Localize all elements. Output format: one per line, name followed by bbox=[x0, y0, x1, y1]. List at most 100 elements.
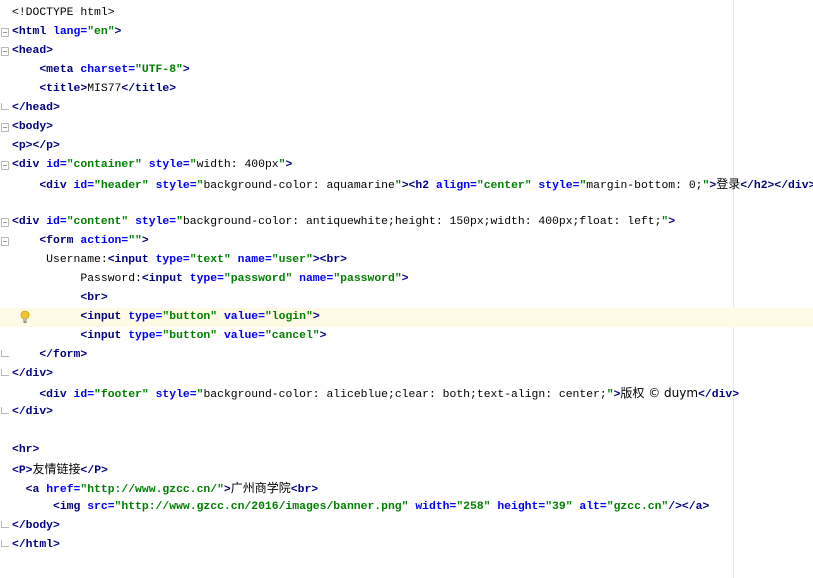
fold-toggle-icon[interactable] bbox=[1, 123, 9, 132]
token-tag: <div bbox=[39, 389, 74, 401]
code-line[interactable]: <img src="http://www.gzcc.cn/2016/images… bbox=[0, 498, 813, 517]
code-line[interactable]: <title>MIS77</title> bbox=[0, 80, 813, 99]
code-line[interactable]: <form action=""> bbox=[0, 232, 813, 251]
code-line[interactable] bbox=[0, 194, 813, 213]
fold-toggle-icon[interactable] bbox=[1, 28, 9, 37]
code-line[interactable]: </form> bbox=[0, 346, 813, 365]
token-val: "text" bbox=[189, 254, 238, 266]
fold-toggle-icon[interactable] bbox=[1, 161, 9, 170]
token-tag: <form bbox=[39, 235, 81, 247]
token-attr: charset= bbox=[80, 64, 136, 76]
token-cn: 版权 © duym bbox=[620, 386, 699, 400]
code-text: </body> bbox=[12, 517, 60, 536]
token-tag: <input bbox=[80, 311, 129, 323]
token-txt: background-color: antiquewhite;height: 1… bbox=[182, 216, 662, 228]
code-line[interactable]: </div> bbox=[0, 365, 813, 384]
code-line[interactable]: <br> bbox=[0, 289, 813, 308]
code-text: </head> bbox=[12, 99, 60, 118]
token-attr: src= bbox=[87, 501, 115, 513]
token-attr: href= bbox=[46, 484, 81, 496]
code-line[interactable]: <div id="footer" style= "background-color… bbox=[0, 384, 813, 403]
code-line[interactable]: </body> bbox=[0, 517, 813, 536]
token-tag: /></a> bbox=[668, 501, 710, 513]
code-line[interactable]: <hr> bbox=[0, 441, 813, 460]
token-txt: Password: bbox=[12, 273, 142, 285]
token-val: "cancel" bbox=[264, 330, 320, 342]
token-txt: width: 400px bbox=[196, 159, 279, 171]
code-text: Username:<input type="text" name="user">… bbox=[12, 251, 347, 270]
token-cn: 友情链接 bbox=[32, 462, 81, 476]
token-val: "footer" bbox=[94, 389, 156, 401]
token-val: "http://www.gzcc.cn/" bbox=[80, 484, 224, 496]
code-line[interactable]: <a href="http://www.gzcc.cn/">广州商学院<br> bbox=[0, 479, 813, 498]
code-text: <input type="button" value="login"> bbox=[12, 308, 319, 327]
code-line[interactable]: <input type="button" value="login"> bbox=[0, 308, 813, 327]
token-tag: > bbox=[182, 64, 190, 76]
code-line[interactable]: </div> bbox=[0, 403, 813, 422]
token-val: "content" bbox=[66, 216, 136, 228]
token-attr: action= bbox=[80, 235, 129, 247]
token-attr: name= bbox=[237, 254, 272, 266]
code-line[interactable]: <head> bbox=[0, 42, 813, 61]
token-val: "password" bbox=[223, 273, 300, 285]
fold-toggle-icon[interactable] bbox=[1, 237, 9, 246]
code-line[interactable]: <p></p> bbox=[0, 137, 813, 156]
code-line[interactable]: </head> bbox=[0, 99, 813, 118]
token-attr: style= bbox=[135, 216, 177, 228]
fold-end-icon bbox=[1, 350, 9, 357]
token-val: "user" bbox=[271, 254, 313, 266]
code-text: <!DOCTYPE html> bbox=[12, 4, 115, 23]
code-editor[interactable]: <!DOCTYPE html> <html lang="en"> <head> <m… bbox=[0, 0, 813, 578]
token-attr: name= bbox=[299, 273, 334, 285]
token-attr: type= bbox=[189, 273, 224, 285]
code-line[interactable]: <html lang="en"> bbox=[0, 23, 813, 42]
token-tag: > bbox=[285, 159, 293, 171]
code-text: </form> bbox=[12, 346, 87, 365]
code-line[interactable]: <div id="content" style="background-colo… bbox=[0, 213, 813, 232]
token-tag: <div bbox=[12, 159, 47, 171]
token-val: "gzcc.cn" bbox=[606, 501, 669, 513]
token-val: "center" bbox=[476, 180, 539, 192]
code-line[interactable]: Username:<input type="text" name="user">… bbox=[0, 251, 813, 270]
token-attr: value= bbox=[223, 330, 265, 342]
fold-toggle-icon[interactable] bbox=[1, 218, 9, 227]
token-attr: value= bbox=[223, 311, 265, 323]
token-val: " bbox=[189, 159, 197, 171]
code-line[interactable]: <P>友情链接</P> bbox=[0, 460, 813, 479]
code-text: <head> bbox=[12, 42, 53, 61]
code-line[interactable]: <div id="container" style="width: 400px"… bbox=[0, 156, 813, 175]
token-tag: <html bbox=[12, 26, 54, 38]
code-line[interactable]: <body> bbox=[0, 118, 813, 137]
token-tag: <h2 bbox=[408, 180, 436, 192]
fold-end-icon bbox=[1, 540, 9, 547]
code-line[interactable]: Password:<input type="password" name="pa… bbox=[0, 270, 813, 289]
fold-end-icon bbox=[1, 407, 9, 414]
code-text: <html lang="en"> bbox=[12, 23, 121, 42]
token-val: " bbox=[606, 389, 614, 401]
token-attr: type= bbox=[155, 254, 190, 266]
token-doc: <!DOCTYPE html> bbox=[12, 7, 115, 19]
code-text: <a href="http://www.gzcc.cn/">广州商学院<br> bbox=[12, 479, 318, 500]
token-val: "" bbox=[128, 235, 142, 247]
code-line[interactable]: <!DOCTYPE html> bbox=[0, 4, 813, 23]
code-line[interactable]: <input type="button" value="cancel"> bbox=[0, 327, 813, 346]
code-text: <form action=""> bbox=[12, 232, 148, 251]
fold-toggle-icon[interactable] bbox=[1, 47, 9, 56]
token-val: " bbox=[176, 216, 183, 228]
token-val: " bbox=[394, 180, 402, 192]
code-text: <hr> bbox=[12, 441, 39, 460]
token-attr: type= bbox=[128, 311, 163, 323]
token-val: "button" bbox=[162, 330, 224, 342]
code-line[interactable]: </html> bbox=[0, 536, 813, 555]
token-tag: > bbox=[114, 26, 122, 38]
code-line[interactable]: <div id="header" style= "background-color… bbox=[0, 175, 813, 194]
code-line[interactable]: <meta charset="UTF-8"> bbox=[0, 61, 813, 80]
code-line[interactable] bbox=[0, 422, 813, 441]
token-tag: <p></p> bbox=[12, 140, 60, 152]
code-text: <img src="http://www.gzcc.cn/2016/images… bbox=[12, 498, 709, 517]
